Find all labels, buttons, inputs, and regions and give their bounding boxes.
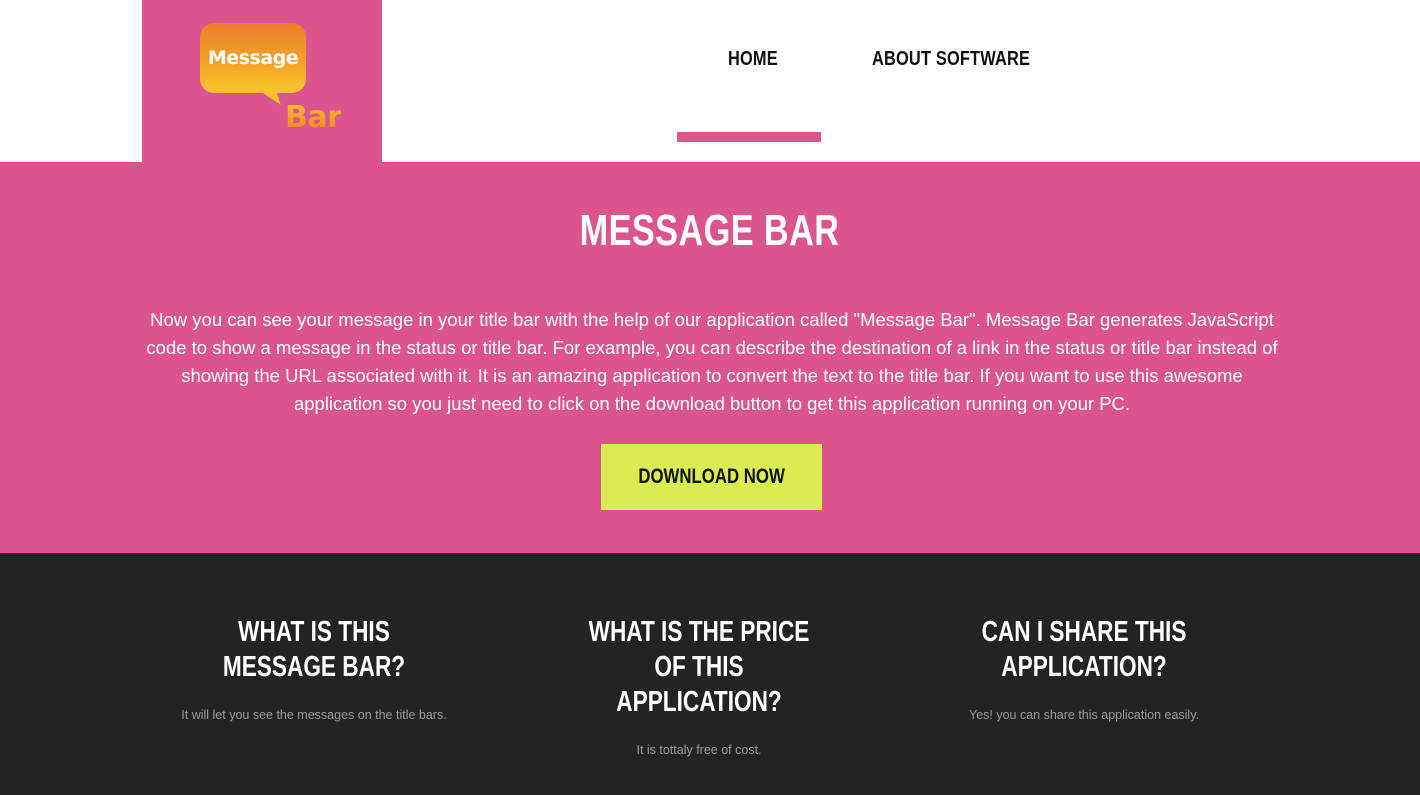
faq-question-text: CAN I SHARE THIS APPLICATION? (981, 616, 1187, 683)
logo-text-bar: Bar (285, 100, 342, 135)
faq-answer: It will let you see the messages on the … (181, 708, 447, 722)
hero-description: Now you can see your message in your tit… (146, 309, 1278, 414)
hero-title-text: MESSAGE BAR (580, 206, 840, 255)
faq-answer: Yes! you can share this application easi… (969, 708, 1199, 722)
faq-question-text: WHAT IS THIS MESSAGE BAR? (222, 616, 406, 683)
faq-question-text: WHAT IS THE PRICE OF THIS APPLICATION? (588, 616, 810, 718)
nav-home-link[interactable]: HOME (728, 48, 778, 71)
faq-question: WHAT IS THE PRICE OF THIS APPLICATION? (540, 615, 858, 720)
hero-title: MESSAGE BAR (0, 206, 1420, 256)
site-header: Message Bar HOME ABOUT SOFTWARE (0, 0, 1420, 162)
faq-item: WHAT IS THE PRICE OF THIS APPLICATION? I… (540, 615, 858, 757)
faq-item: WHAT IS THIS MESSAGE BAR? It will let yo… (142, 615, 486, 722)
nav-about-software-link[interactable]: ABOUT SOFTWARE (872, 48, 1030, 71)
faq-answer: It is tottaly free of cost. (636, 743, 762, 757)
faq-question: WHAT IS THIS MESSAGE BAR? (142, 615, 486, 685)
hero-section: MESSAGE BAR Now you can see your message… (0, 162, 1420, 553)
faq-question: CAN I SHARE THIS APPLICATION? (912, 615, 1256, 685)
nav-active-indicator (677, 132, 821, 142)
faq-item: CAN I SHARE THIS APPLICATION? Yes! you c… (912, 615, 1256, 722)
logo[interactable]: Message Bar (142, 0, 382, 162)
logo-text-message: Message (207, 47, 299, 69)
faq-section: WHAT IS THIS MESSAGE BAR? It will let yo… (0, 553, 1420, 795)
download-now-button[interactable]: DOWNLOAD NOW (601, 444, 822, 510)
download-now-label: DOWNLOAD NOW (638, 465, 785, 488)
